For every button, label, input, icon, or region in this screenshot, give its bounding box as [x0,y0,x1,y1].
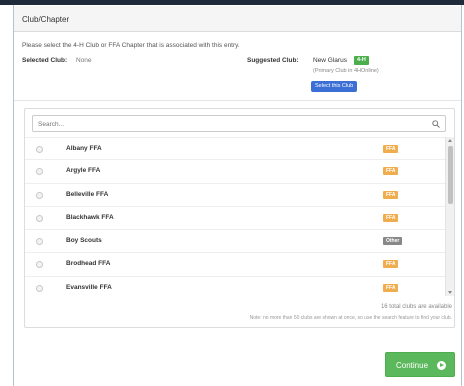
list-item[interactable]: Boy Scouts Other [25,230,445,254]
scroll-up-arrow-icon[interactable] [448,139,452,142]
radio-button[interactable] [36,238,43,246]
list-item[interactable]: Albany FFA FFA [25,137,445,161]
suggested-club-value: New Glarus [313,57,347,64]
search-note: Note: no more than 50 clubs are shown at… [249,315,452,321]
radio-button[interactable] [36,146,43,153]
search-icon[interactable] [432,120,440,128]
search-box[interactable] [32,115,446,132]
selected-club-value: None [76,57,92,64]
club-type-badge: Other [383,237,403,246]
continue-label: Continue [396,361,429,370]
club-type-badge: FFA [383,145,399,153]
scroll-down-arrow-icon[interactable] [448,291,452,294]
list-item[interactable]: Belleville FFA FFA [25,184,445,207]
list-scrollbar[interactable] [445,137,454,296]
club-name: Blackhawk FFA [66,213,114,221]
4h-badge: 4-H [354,56,369,65]
radio-button[interactable] [36,191,43,199]
divider [14,100,461,101]
radio-button[interactable] [36,168,43,176]
arrow-circle-right-icon [437,361,446,370]
primary-club-note: (Primary Club in 4HOnline) [313,68,379,74]
club-list: Albany FFA FFA Argyle FFA FFA Belleville… [25,137,445,296]
radio-button[interactable] [36,261,43,269]
club-type-badge: FFA [383,190,399,199]
list-item[interactable]: Evansville FFA FFA [25,277,445,296]
modal-title: Club/Chapter [22,15,70,24]
club-type-badge: FFA [383,283,399,292]
club-name: Evansville FFA [66,283,112,291]
club-name: Boy Scouts [66,237,102,245]
club-name: Argyle FFA [66,167,101,175]
modal-header: Club/Chapter [14,6,461,32]
club-type-badge: FFA [383,167,399,176]
search-input[interactable] [38,118,428,130]
radio-button[interactable] [36,214,43,222]
club-name: Albany FFA [66,145,102,152]
continue-button[interactable]: Continue [385,352,455,377]
club-name: Belleville FFA [66,190,109,198]
suggested-club-label: Suggested Club: [247,57,299,64]
select-this-club-button[interactable]: Select this Club [311,81,358,92]
scroll-thumb[interactable] [448,146,453,204]
club-type-badge: FFA [383,260,399,269]
club-count: 16 total clubs are available [380,304,452,310]
instruction-text: Please select the 4-H Club or FFA Chapte… [22,42,240,49]
list-item[interactable]: Argyle FFA FFA [25,160,445,184]
club-type-badge: FFA [383,213,399,222]
selected-club-label: Selected Club: [22,57,68,64]
radio-button[interactable] [36,284,43,292]
list-item[interactable]: Blackhawk FFA FFA [25,207,445,231]
list-item[interactable]: Brodhead FFA FFA [25,253,445,277]
club-name: Brodhead FFA [66,260,111,268]
